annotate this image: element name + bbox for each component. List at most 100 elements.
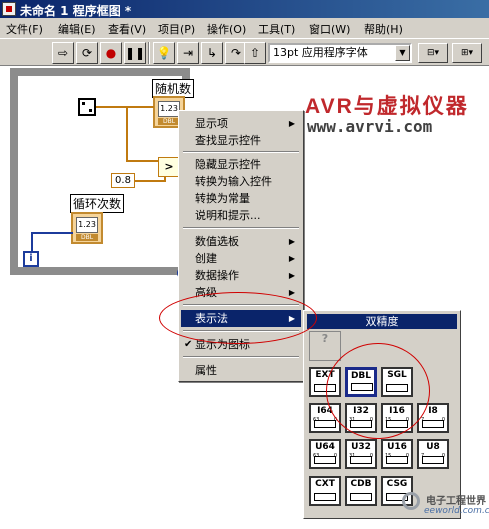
menu-separator [183, 356, 299, 358]
chevron-right-icon: ▶ [288, 254, 295, 263]
cell-bar [386, 456, 408, 464]
menu-item-label: 转换为常量 [195, 192, 250, 205]
eeworld-logo: 电子工程世界 eeworld.com.cn [402, 492, 489, 526]
repr-cxt[interactable]: CXT [309, 476, 341, 506]
menu-item-label: 转换为输入控件 [195, 175, 272, 188]
wire [135, 180, 165, 182]
step-out-icon[interactable]: ⇧ [244, 42, 266, 64]
menu-item-change-to-constant[interactable]: 转换为常量 [181, 190, 301, 207]
menu-item-label: 说明和提示... [195, 209, 261, 222]
constant-value[interactable]: 0.8 [111, 173, 135, 188]
palette-title: 双精度 [307, 314, 457, 329]
cell-label: U32 [351, 442, 371, 452]
menu-item-label: 显示项 [195, 117, 228, 130]
wire [126, 160, 158, 162]
cell-label: CSG [386, 479, 408, 489]
annotation-circle [159, 292, 317, 344]
cell-bar [350, 493, 372, 501]
menu-item-description[interactable]: 说明和提示... [181, 207, 301, 224]
highlight-execution-icon[interactable]: 💡 [153, 42, 175, 64]
dice-icon[interactable] [78, 98, 96, 116]
cell-bar [350, 456, 372, 464]
menu-item-numeric-palette[interactable]: 数值选板 ▶ [181, 233, 301, 250]
app-icon [2, 2, 16, 16]
align-objects-icon[interactable]: ⊟▾ [418, 43, 448, 63]
menu-edit[interactable]: 编辑(E) [58, 21, 96, 37]
menu-item-label: 查找显示控件 [195, 134, 261, 147]
menu-project[interactable]: 项目(P) [158, 21, 195, 37]
wire [31, 232, 33, 252]
compare-icon[interactable]: > [158, 157, 180, 177]
repr-u16[interactable]: U16150 [381, 439, 413, 469]
loop-count-label: 循环次数 [70, 194, 125, 213]
cell-label: U64 [315, 442, 335, 452]
chevron-right-icon: ▶ [288, 237, 295, 246]
menu-separator [183, 151, 299, 153]
pause-icon[interactable]: ❚❚ [124, 42, 146, 64]
retain-wire-values-icon[interactable]: ⇥ [177, 42, 199, 64]
indicator-type: DBL [76, 234, 98, 241]
menu-item-data-operations[interactable]: 数据操作 ▶ [181, 267, 301, 284]
run-continuous-icon[interactable]: ⟳ [76, 42, 98, 64]
title-bar: 未命名 1 程序框图 * [0, 0, 489, 18]
menu-tools[interactable]: 工具(T) [258, 21, 295, 37]
menu-window[interactable]: 窗口(W) [309, 21, 350, 37]
cell-bar [422, 420, 444, 428]
indicator-display: 1.23 [76, 217, 98, 233]
toolbar: ⇨ ⟳ ● ❚❚ 💡 ⇥ ↳ ↷ ⇧ 13pt 应用程序字体 ▼ ⊟▾ ⊞▾ [0, 38, 489, 66]
cell-bar [314, 456, 336, 464]
distribute-objects-icon[interactable]: ⊞▾ [452, 43, 482, 63]
menu-item-label: 数值选板 [195, 235, 239, 248]
iteration-terminal[interactable]: i [23, 251, 39, 267]
indicator-display: 1.23 [158, 101, 180, 117]
cell-bar [422, 456, 444, 464]
cell-label: U8 [426, 442, 440, 452]
menu-item-label: 数据操作 [195, 269, 239, 282]
cell-label: ? [321, 332, 329, 345]
wire [126, 106, 128, 161]
logo-mark-icon [402, 492, 420, 510]
watermark-title: AVR与虚拟仪器 [305, 95, 469, 118]
repr-unknown: ? [309, 331, 341, 361]
cell-bar [314, 493, 336, 501]
menu-bar: 文件(F) 编辑(E) 查看(V) 项目(P) 操作(O) 工具(T) 窗口(W… [0, 18, 489, 38]
menu-item-hide-indicator[interactable]: 隐藏显示控件 [181, 156, 301, 173]
cell-label: CDB [350, 479, 372, 489]
wire [96, 106, 154, 108]
font-select[interactable]: 13pt 应用程序字体 ▼ [268, 43, 412, 63]
watermark-url: www.avrvi.com [307, 117, 433, 136]
cell-label: U16 [387, 442, 407, 452]
menu-separator [183, 227, 299, 229]
repr-u64[interactable]: U64630 [309, 439, 341, 469]
menu-file[interactable]: 文件(F) [6, 21, 43, 37]
loop-count-indicator[interactable]: 1.23 DBL [71, 212, 103, 244]
repr-u8[interactable]: U870 [417, 439, 449, 469]
menu-view[interactable]: 查看(V) [108, 21, 146, 37]
chevron-right-icon: ▶ [288, 271, 295, 280]
logo-cn: 电子工程世界 [426, 496, 486, 507]
repr-u32[interactable]: U32310 [345, 439, 377, 469]
wire [31, 232, 73, 234]
menu-item-label: 属性 [195, 364, 217, 377]
abort-icon[interactable]: ● [100, 42, 122, 64]
step-into-icon[interactable]: ↳ [201, 42, 223, 64]
toolbar-separator [148, 42, 150, 64]
menu-item-find-indicator[interactable]: 查找显示控件 [181, 132, 301, 149]
menu-item-visible-items[interactable]: 显示项 ▶ [181, 115, 301, 132]
chevron-right-icon: ▶ [288, 119, 295, 128]
logo-en: eeworld.com.cn [424, 506, 489, 516]
menu-help[interactable]: 帮助(H) [364, 21, 403, 37]
menu-item-label: 创建 [195, 252, 217, 265]
repr-cdb[interactable]: CDB [345, 476, 377, 506]
menu-item-create[interactable]: 创建 ▶ [181, 250, 301, 267]
menu-item-properties[interactable]: 属性 [181, 362, 301, 379]
run-arrow-icon[interactable]: ⇨ [52, 42, 74, 64]
menu-item-label: 隐藏显示控件 [195, 158, 261, 171]
chevron-down-icon[interactable]: ▼ [395, 45, 410, 61]
window-title: 未命名 1 程序框图 * [20, 4, 132, 18]
cell-bar [314, 420, 336, 428]
menu-operate[interactable]: 操作(O) [207, 21, 246, 37]
font-select-value: 13pt 应用程序字体 [273, 46, 368, 59]
annotation-circle [326, 343, 430, 439]
menu-item-change-to-control[interactable]: 转换为输入控件 [181, 173, 301, 190]
